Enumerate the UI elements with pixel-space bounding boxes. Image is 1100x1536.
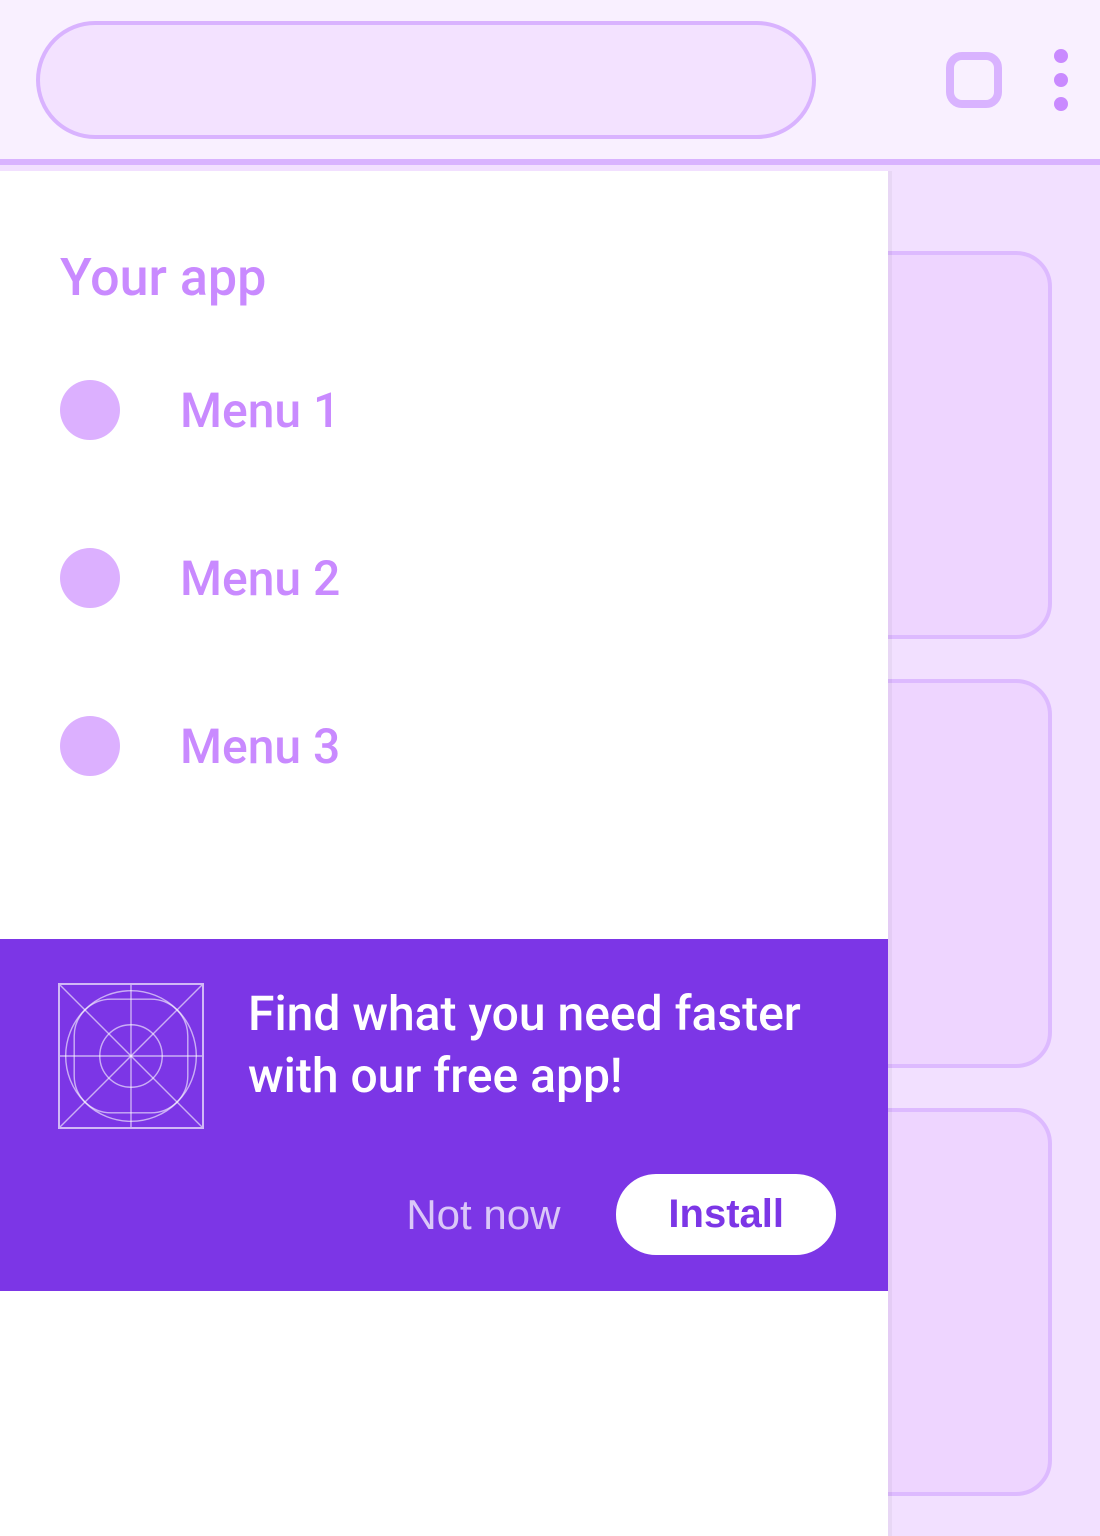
menu-item-icon: [60, 716, 120, 776]
install-button[interactable]: Install: [616, 1174, 836, 1255]
navigation-drawer-lower: [0, 1291, 888, 1536]
menu-item-icon: [60, 380, 120, 440]
tabs-icon[interactable]: [946, 52, 1002, 108]
banner-message: Find what you need faster with our free …: [248, 983, 836, 1108]
menu-item-3[interactable]: Menu 3: [60, 716, 828, 776]
menu-item-1[interactable]: Menu 1: [60, 380, 828, 440]
not-now-button[interactable]: Not now: [406, 1191, 560, 1239]
install-banner: Find what you need faster with our free …: [0, 939, 888, 1291]
menu-item-label: Menu 2: [180, 550, 340, 607]
menu-item-label: Menu 1: [180, 382, 340, 439]
browser-toolbar: [0, 0, 1100, 165]
address-bar[interactable]: [36, 21, 816, 139]
menu-item-icon: [60, 548, 120, 608]
drawer-title: Your app: [0, 171, 888, 320]
app-grid-icon: [58, 983, 204, 1129]
menu-item-label: Menu 3: [180, 718, 340, 775]
more-options-icon[interactable]: [1054, 49, 1068, 111]
menu-item-2[interactable]: Menu 2: [60, 548, 828, 608]
